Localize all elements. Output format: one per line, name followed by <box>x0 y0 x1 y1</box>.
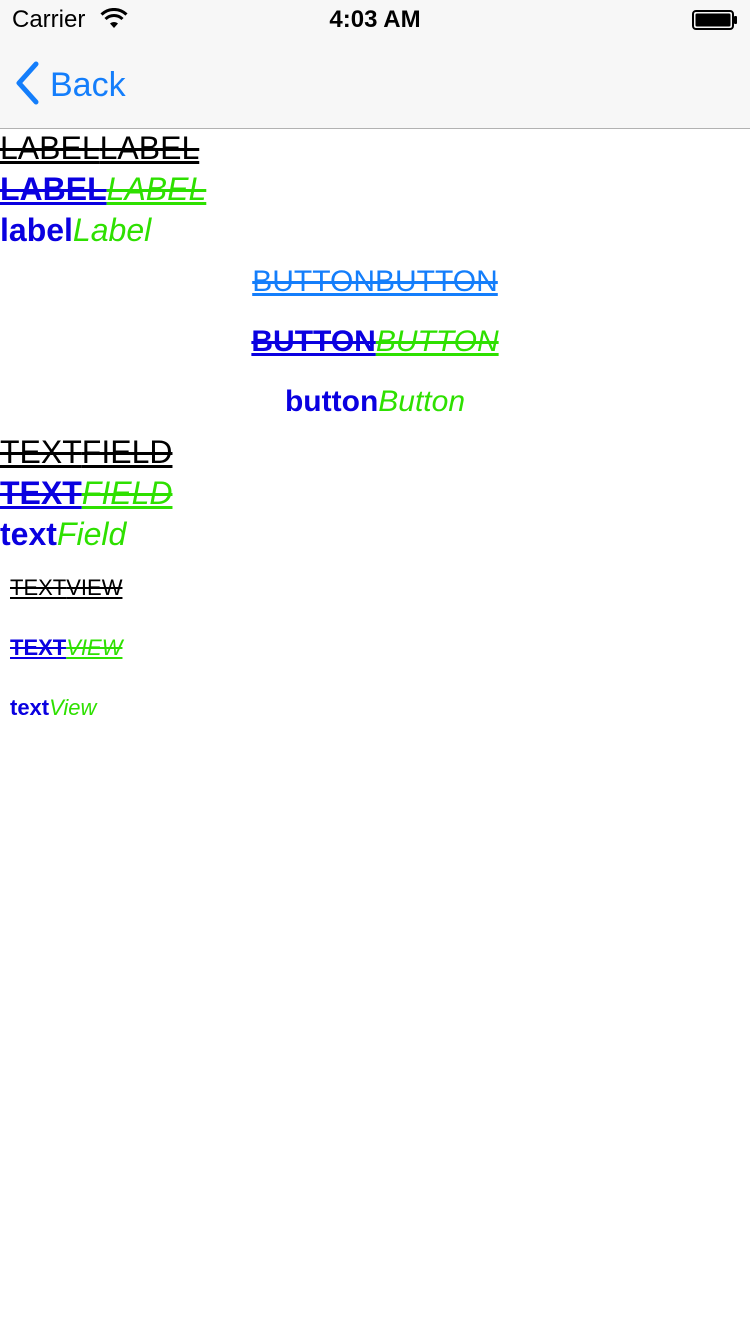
label-part: LABEL <box>99 130 200 166</box>
label-row-1: LABELLABEL <box>0 129 199 167</box>
back-label: Back <box>50 65 126 104</box>
textview-part: TEXT <box>10 635 67 660</box>
button-part: Button <box>378 385 465 418</box>
chevron-left-icon <box>14 61 40 110</box>
label-part: LABEL <box>0 130 100 166</box>
attributed-button-1[interactable]: BUTTONBUTTON <box>252 265 498 298</box>
battery-icon <box>692 10 738 30</box>
textfield-3[interactable]: textField <box>0 515 126 553</box>
button-row-2: BUTTONBUTTON <box>0 324 750 360</box>
textview-part: VIEW <box>66 635 123 660</box>
label-part: Label <box>72 212 152 248</box>
button-row-3: buttonButton <box>0 384 750 420</box>
textview-line-2[interactable]: TEXTVIEW <box>10 634 122 662</box>
textfield-part: TEXT <box>0 434 82 470</box>
attributed-button-3[interactable]: buttonButton <box>285 385 465 418</box>
textfield-part: FIELD <box>81 475 173 511</box>
textfield-part: FIELD <box>81 434 173 470</box>
textview-line-3[interactable]: textView <box>10 694 96 722</box>
label-row-2: LABELLABEL <box>0 170 206 208</box>
textview-part: text <box>10 695 50 720</box>
label-part: LABEL <box>0 171 107 207</box>
label-part: label <box>0 212 73 248</box>
attributed-button-2[interactable]: BUTTONBUTTON <box>251 325 498 358</box>
navigation-bar: Back <box>0 40 750 129</box>
label-row-3: labelLabel <box>0 211 151 249</box>
button-part: button <box>284 385 379 418</box>
button-part: BUTTON <box>375 265 498 298</box>
button-row-1: BUTTONBUTTON <box>0 264 750 300</box>
textfield-2[interactable]: TEXTFIELD <box>0 474 172 512</box>
textfield-part: TEXT <box>0 475 82 511</box>
textview-part: TEXT <box>10 575 67 600</box>
label-part: LABEL <box>106 171 207 207</box>
button-part: BUTTON <box>375 325 499 358</box>
textview-part: View <box>49 695 97 720</box>
button-part: BUTTON <box>252 265 375 298</box>
textfield-1[interactable]: TEXTFIELD <box>0 433 172 471</box>
textfield-part: text <box>0 516 57 552</box>
button-part: BUTTON <box>251 325 376 358</box>
back-button[interactable]: Back <box>14 61 126 110</box>
clock: 4:03 AM <box>329 6 421 33</box>
status-bar: Carrier 4:03 AM <box>0 0 750 40</box>
textview-line-1[interactable]: TEXTVIEW <box>10 574 122 602</box>
textfield-part: Field <box>56 516 127 552</box>
textview-part: VIEW <box>66 575 123 600</box>
